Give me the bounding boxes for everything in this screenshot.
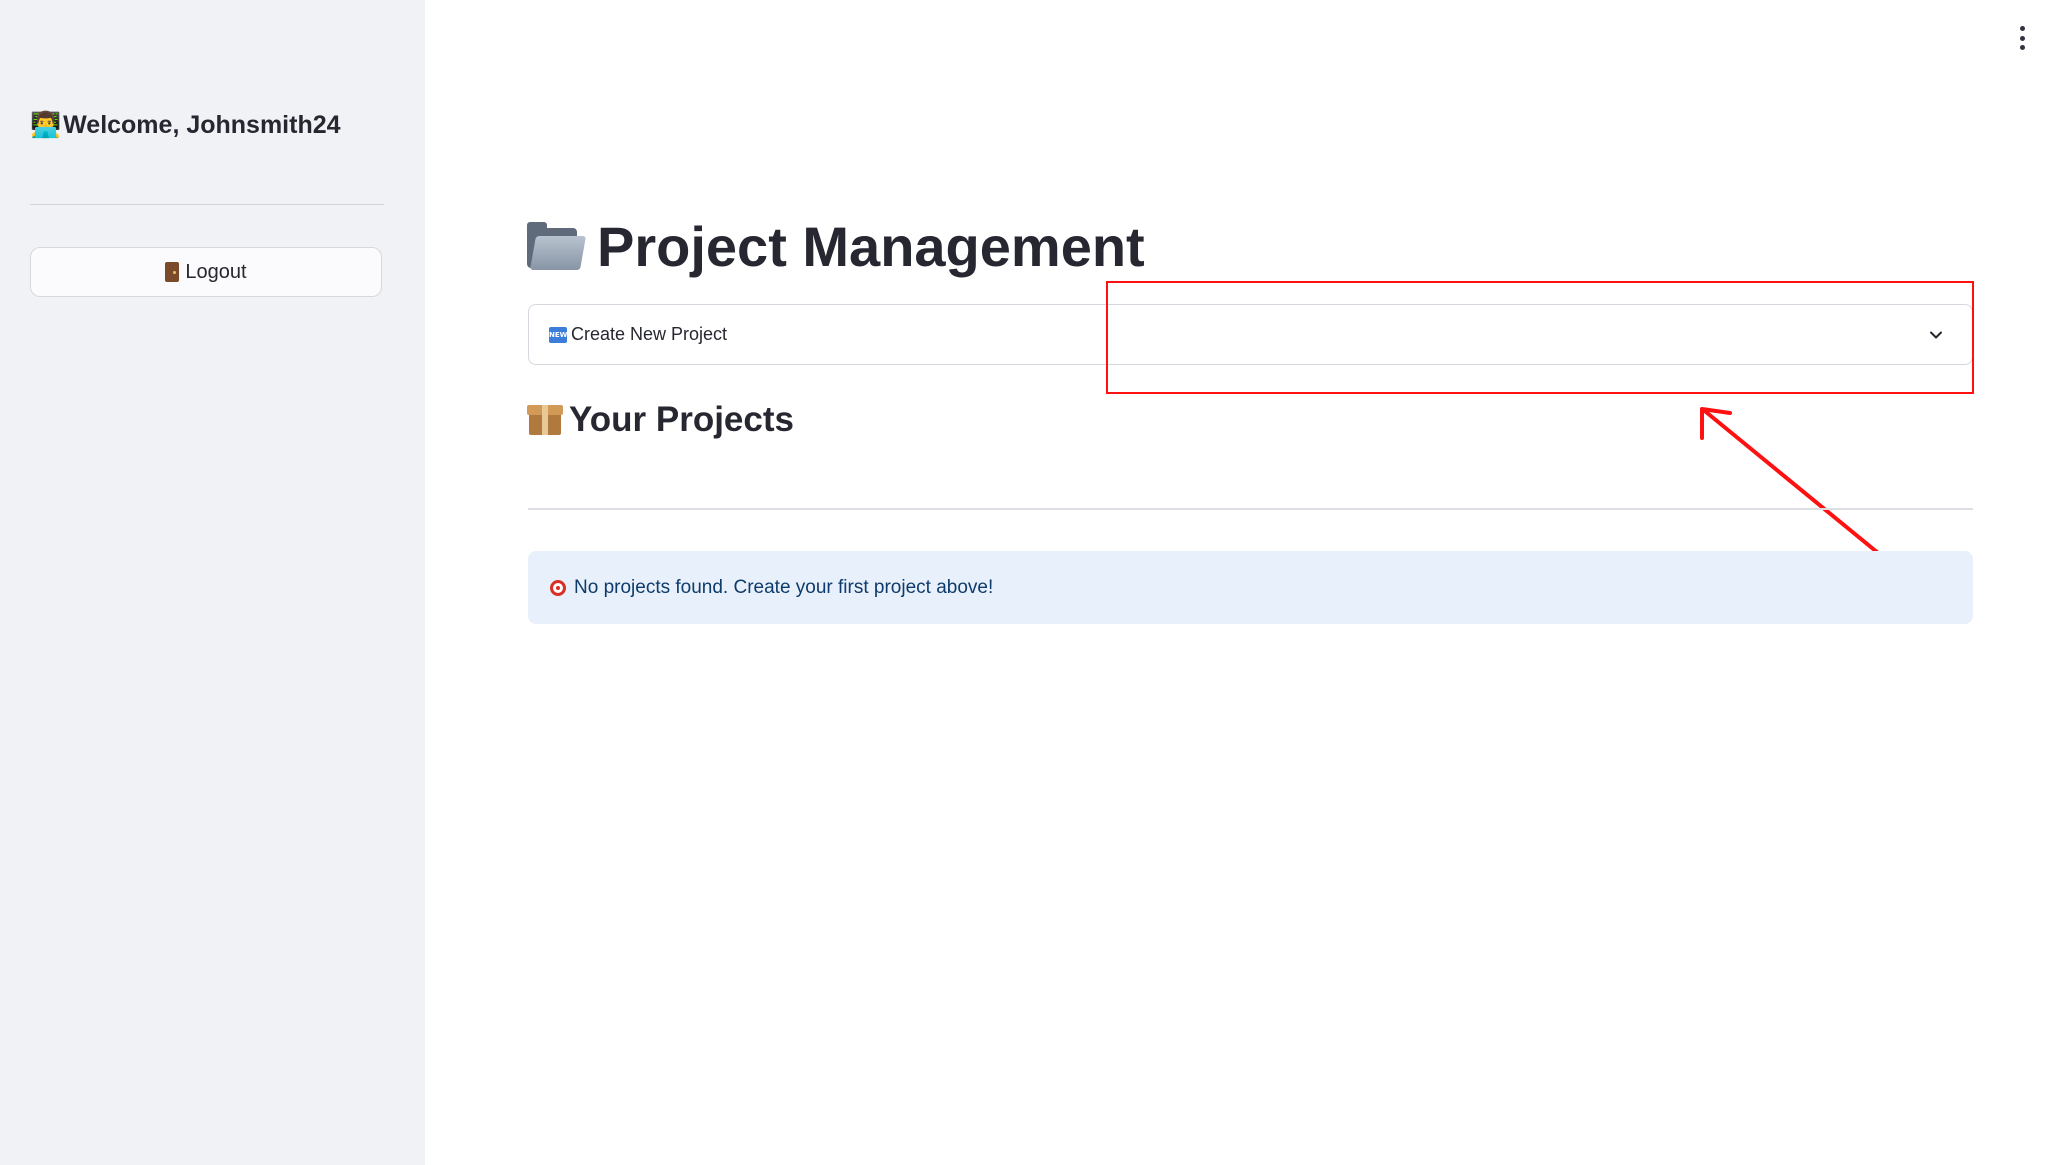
main-menu-kebab-icon[interactable] — [2016, 26, 2028, 50]
create-project-expander[interactable]: NEW Create New Project — [528, 304, 1973, 365]
annotation-arrow-icon — [1700, 407, 1885, 559]
main-divider — [528, 508, 1973, 510]
app-root: 👨‍💻 Welcome, Johnsmith24 Logout Project … — [0, 0, 2048, 1165]
logout-label: Logout — [185, 260, 247, 283]
new-badge-icon: NEW — [549, 326, 567, 343]
door-icon — [165, 262, 180, 282]
info-message: No projects found. Create your first pro… — [574, 576, 994, 598]
sidebar-welcome: 👨‍💻 Welcome, Johnsmith24 — [30, 110, 341, 140]
page-title-text: Project Management — [597, 215, 1145, 278]
logout-button[interactable]: Logout — [30, 247, 382, 297]
sidebar-divider — [30, 204, 384, 205]
technologist-icon: 👨‍💻 — [30, 110, 62, 139]
page-title: Project Management — [527, 214, 1145, 279]
section-title-text: Your Projects — [569, 400, 794, 439]
expander-label: Create New Project — [571, 324, 728, 344]
open-folder-icon — [527, 221, 586, 272]
target-icon — [548, 578, 568, 598]
package-icon — [527, 403, 563, 437]
sidebar: 👨‍💻 Welcome, Johnsmith24 Logout — [0, 0, 425, 1165]
chevron-down-icon — [1930, 331, 1942, 339]
section-title: Your Projects — [527, 400, 794, 440]
welcome-text: Welcome, Johnsmith24 — [63, 110, 341, 139]
info-alert: No projects found. Create your first pro… — [528, 551, 1973, 624]
